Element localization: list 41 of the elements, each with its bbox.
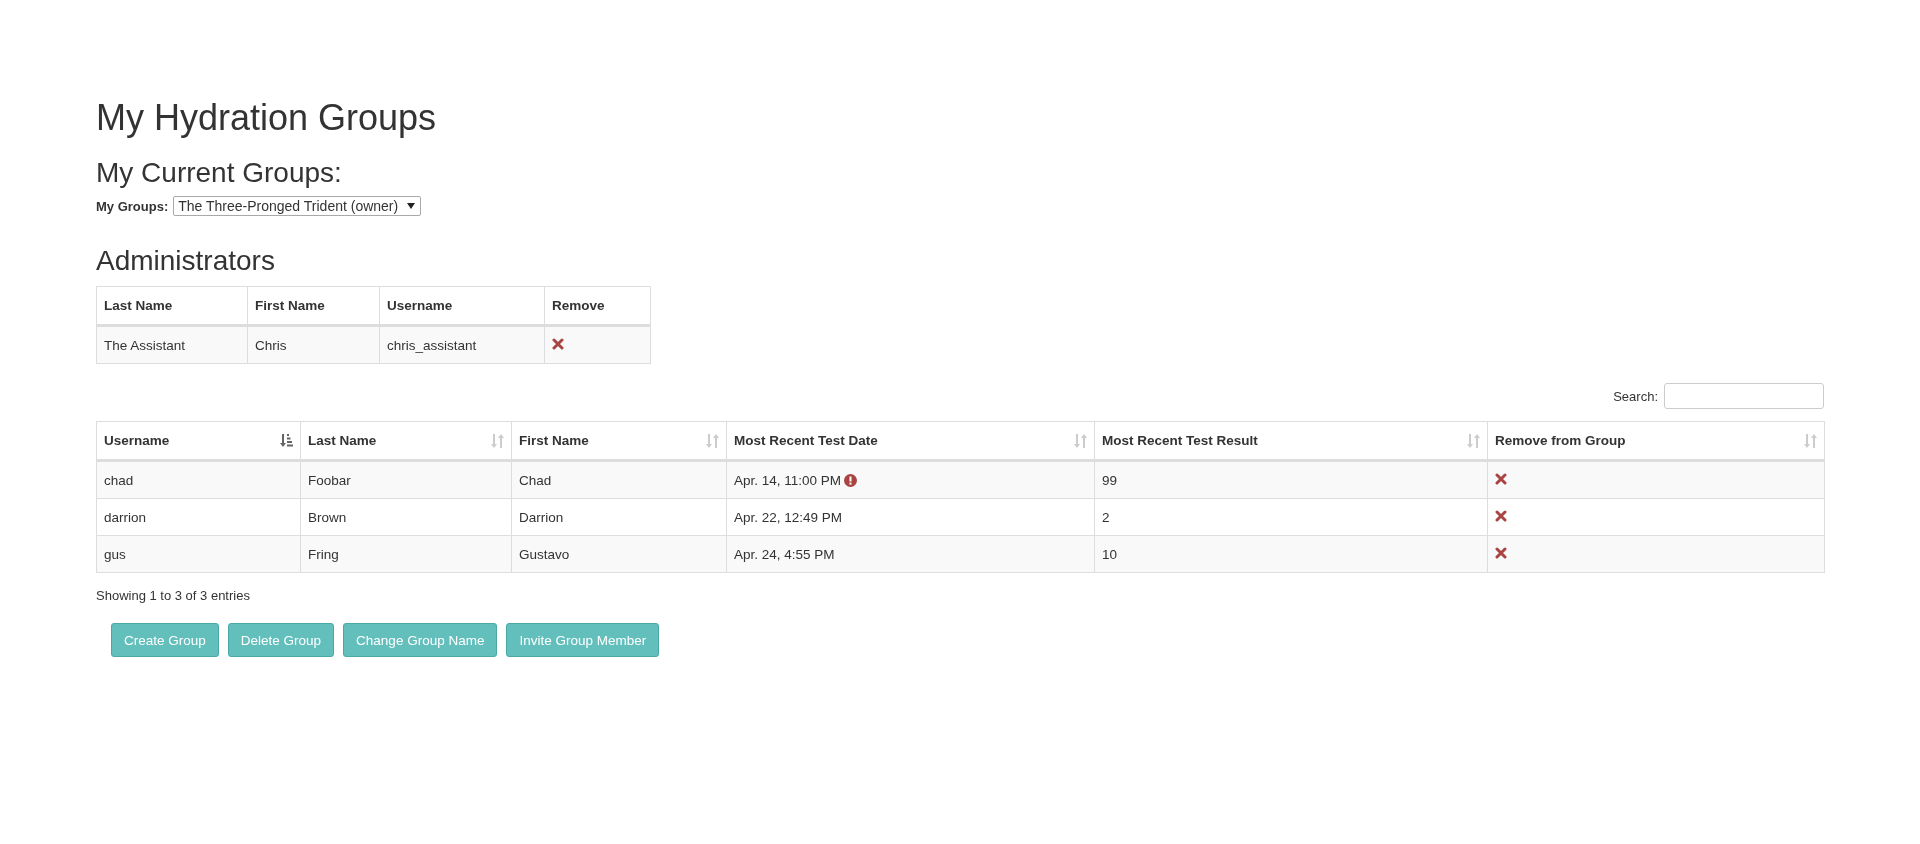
- remove-icon[interactable]: [552, 337, 564, 350]
- column-header: First Name: [247, 286, 380, 326]
- table-cell: Chris: [247, 325, 380, 364]
- table-cell: The Assistant: [96, 325, 248, 364]
- section-heading: My Current Groups:: [96, 157, 343, 189]
- field-label: My Groups:: [96, 198, 169, 214]
- table-cell: Brown: [300, 498, 512, 536]
- table-cell: Apr. 24, 4:55 PM: [734, 546, 835, 562]
- remove-icon[interactable]: [1495, 509, 1507, 522]
- section-heading: Administrators: [96, 246, 276, 278]
- table-cell: 2: [1094, 498, 1488, 536]
- table-cell: gus: [96, 535, 301, 573]
- search-label: Search:: [1613, 388, 1658, 404]
- column-header[interactable]: Last Name: [300, 421, 512, 461]
- remove-icon[interactable]: [1495, 472, 1507, 485]
- table-cell: Chad: [511, 460, 727, 499]
- entries-info: Showing 1 to 3 of 3 entries: [96, 588, 251, 604]
- table-cell: Gustavo: [511, 535, 727, 573]
- search-field[interactable]: [1664, 383, 1824, 410]
- table-cell: Apr. 14, 11:00 PM: [734, 472, 842, 488]
- group-dropdown[interactable]: The Three-Pronged Trident (owner): [173, 196, 422, 217]
- table-cell: 10: [1094, 535, 1488, 573]
- column-header[interactable]: Most Recent Test Date: [726, 421, 1095, 461]
- remove-icon[interactable]: [1495, 546, 1507, 559]
- column-header: Last Name: [96, 286, 248, 326]
- table-cell: darrion: [96, 498, 301, 536]
- table-cell: chris_assistant: [379, 325, 545, 364]
- table-cell: Fring: [300, 535, 512, 573]
- column-header[interactable]: Username: [96, 421, 301, 461]
- table-cell: Foobar: [300, 460, 512, 499]
- table-cell: Darrion: [511, 498, 727, 536]
- column-header: Username: [379, 286, 545, 326]
- caret-icon: [407, 203, 416, 210]
- table-cell: chad: [96, 460, 301, 499]
- column-header[interactable]: Remove from Group: [1487, 421, 1825, 461]
- page-title: My Hydration Groups: [96, 98, 438, 138]
- table-cell: Apr. 22, 12:49 PM: [734, 509, 843, 525]
- table-cell: 99: [1094, 460, 1488, 499]
- column-header[interactable]: First Name: [511, 421, 727, 461]
- column-header[interactable]: Most Recent Test Result: [1094, 421, 1488, 461]
- column-header: Remove: [544, 286, 651, 326]
